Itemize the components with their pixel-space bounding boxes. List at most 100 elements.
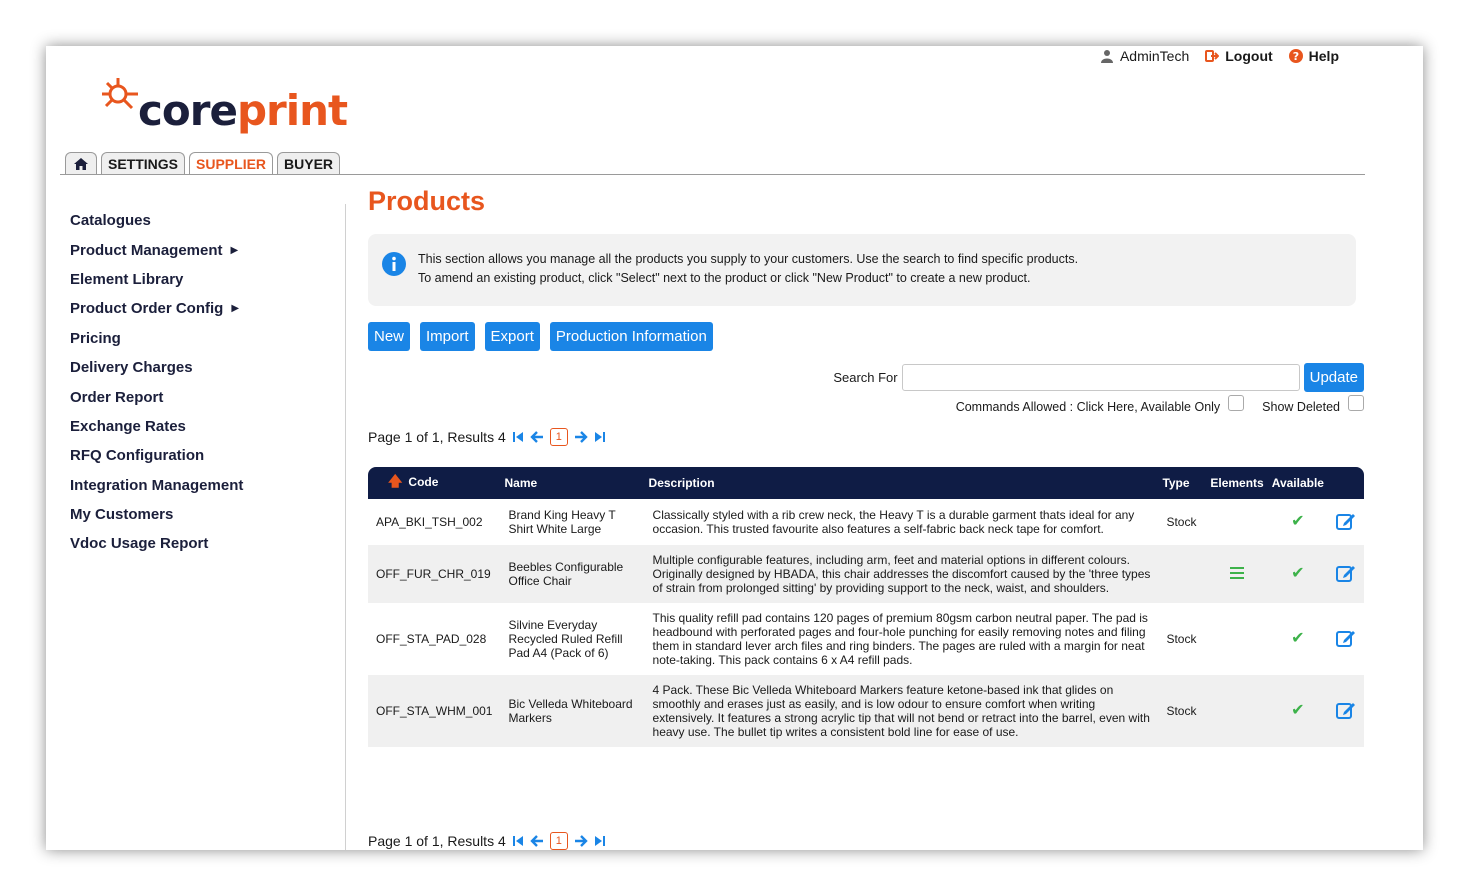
last-page-icon[interactable] — [594, 431, 606, 443]
import-button[interactable]: Import — [420, 322, 475, 351]
table-row[interactable]: APA_BKI_TSH_002 Brand King Heavy T Shirt… — [368, 499, 1364, 545]
prev-page-icon[interactable] — [530, 835, 544, 847]
coreprint-logo[interactable]: coreprint — [98, 76, 348, 136]
edit-icon[interactable] — [1335, 512, 1356, 530]
search-row: Search For Update — [368, 363, 1364, 392]
sidebar-item-label: Integration Management — [70, 476, 244, 494]
sidebar-item-integration-management[interactable]: Integration Management — [70, 471, 340, 500]
next-page-icon[interactable] — [574, 431, 588, 443]
pager-text: Page 1 of 1, Results 4 — [368, 429, 506, 445]
cell-type — [1158, 545, 1206, 603]
tab-home[interactable] — [65, 152, 97, 174]
current-page-number[interactable]: 1 — [549, 832, 568, 850]
info-text-line2: To amend an existing product, click "Sel… — [418, 271, 1031, 285]
cell-type: Stock — [1166, 704, 1197, 718]
sidebar-item-my-customers[interactable]: My Customers — [70, 500, 340, 529]
cell-elements — [1206, 603, 1267, 675]
cell-code: OFF_STA_WHM_001 — [376, 704, 493, 718]
top-tabs: SETTINGS SUPPLIER BUYER — [65, 152, 341, 174]
sidebar-item-label: Product Management — [70, 241, 223, 259]
cell-available: ✔ — [1268, 545, 1328, 603]
available-only-checkbox[interactable] — [1228, 395, 1245, 411]
sort-up-icon: 🡅 — [388, 473, 403, 489]
header-name[interactable]: Name — [500, 467, 644, 499]
sidebar-item-label: RFQ Configuration — [70, 447, 205, 465]
help-link[interactable]: ? Help — [1288, 48, 1339, 64]
header-code-label: Code — [408, 475, 439, 489]
help-label: Help — [1308, 48, 1339, 64]
cell-available: ✔ — [1268, 603, 1328, 675]
main-content: Products This section allows you manage … — [368, 186, 1364, 747]
info-icon — [382, 252, 406, 276]
search-input[interactable] — [901, 364, 1300, 391]
first-page-icon[interactable] — [512, 835, 524, 847]
next-page-icon[interactable] — [574, 835, 588, 847]
cell-name: Beebles Configurable Office Chair — [508, 560, 624, 588]
user-account[interactable]: AdminTech — [1100, 48, 1189, 64]
logo-wordmark: coreprint — [138, 86, 348, 135]
available-check-icon: ✔ — [1291, 513, 1305, 530]
cell-description: This quality refill pad contains 120 pag… — [652, 611, 1148, 667]
cell-code: OFF_FUR_CHR_019 — [376, 567, 491, 581]
sidebar-item-order-report[interactable]: Order Report — [70, 382, 340, 411]
cell-name: Brand King Heavy T Shirt White Large — [508, 508, 616, 536]
available-check-icon: ✔ — [1291, 565, 1305, 582]
tab-buyer[interactable]: BUYER — [277, 152, 341, 174]
pager-top: Page 1 of 1, Results 4 1 — [368, 428, 1364, 446]
sidebar-item-label: My Customers — [70, 506, 174, 524]
logo-core: core — [138, 86, 238, 135]
sidebar-item-delivery-charges[interactable]: Delivery Charges — [70, 353, 340, 382]
tab-settings[interactable]: SETTINGS — [101, 152, 186, 174]
sidebar-item-product-management[interactable]: Product Management ▶ — [70, 235, 340, 264]
submenu-arrow-icon: ▶ — [231, 303, 240, 315]
new-button[interactable]: New — [368, 322, 411, 351]
sidebar-item-vdoc-usage-report[interactable]: Vdoc Usage Report — [70, 529, 340, 558]
cell-elements — [1206, 545, 1267, 603]
user-name: AdminTech — [1119, 48, 1190, 64]
info-text-line1: This section allows you manage all the p… — [418, 252, 1079, 266]
edit-icon[interactable] — [1335, 701, 1356, 719]
search-label: Search For — [833, 370, 898, 385]
table-row[interactable]: OFF_STA_PAD_028 Silvine Everyday Recycle… — [368, 603, 1364, 675]
table-row[interactable]: OFF_STA_WHM_001 Bic Velleda Whiteboard M… — [368, 675, 1364, 747]
edit-icon[interactable] — [1335, 629, 1356, 647]
update-button[interactable]: Update — [1303, 363, 1364, 392]
header-available[interactable]: Available — [1268, 467, 1328, 499]
available-check-icon: ✔ — [1291, 702, 1305, 719]
sidebar-item-catalogues[interactable]: Catalogues — [70, 206, 340, 235]
show-deleted-checkbox[interactable] — [1348, 395, 1364, 411]
info-box: This section allows you manage all the p… — [368, 234, 1356, 306]
user-bar: AdminTech Logout ? Help — [1100, 48, 1339, 64]
sidebar-item-rfq-configuration[interactable]: RFQ Configuration — [70, 441, 340, 470]
header-elements[interactable]: Elements — [1206, 467, 1267, 499]
logo-print: print — [236, 86, 348, 135]
sidebar-item-label: Delivery Charges — [70, 359, 193, 377]
tab-supplier[interactable]: SUPPLIER — [189, 152, 274, 174]
cell-available: ✔ — [1268, 675, 1328, 747]
edit-icon[interactable] — [1335, 564, 1356, 582]
sidebar-item-pricing[interactable]: Pricing — [70, 324, 340, 353]
production-information-button[interactable]: Production Information — [549, 322, 713, 351]
available-check-icon: ✔ — [1291, 630, 1305, 647]
sidebar-item-product-order-config[interactable]: Product Order Config ▶ — [70, 294, 340, 323]
cell-edit — [1328, 545, 1364, 603]
first-page-icon[interactable] — [512, 431, 524, 443]
header-description[interactable]: Description — [645, 467, 1159, 499]
current-page-number[interactable]: 1 — [549, 428, 568, 446]
export-button[interactable]: Export — [484, 322, 540, 351]
sidebar-item-element-library[interactable]: Element Library — [70, 265, 340, 294]
tab-divider — [60, 174, 1365, 175]
elements-list-icon[interactable] — [1230, 564, 1245, 582]
pager-text: Page 1 of 1, Results 4 — [368, 833, 506, 849]
pager-bottom: Page 1 of 1, Results 4 1 — [368, 832, 606, 850]
header-type[interactable]: Type — [1158, 467, 1206, 499]
prev-page-icon[interactable] — [530, 431, 544, 443]
cell-available: ✔ — [1268, 499, 1328, 545]
logout-link[interactable]: Logout — [1205, 48, 1273, 64]
sidebar-item-exchange-rates[interactable]: Exchange Rates — [70, 412, 340, 441]
table-row[interactable]: OFF_FUR_CHR_019 Beebles Configurable Off… — [368, 545, 1364, 603]
header-code[interactable]: 🡅 Code — [368, 467, 500, 499]
cell-code: APA_BKI_TSH_002 — [376, 515, 483, 529]
sidebar-item-label: Element Library — [70, 270, 184, 288]
last-page-icon[interactable] — [594, 835, 606, 847]
